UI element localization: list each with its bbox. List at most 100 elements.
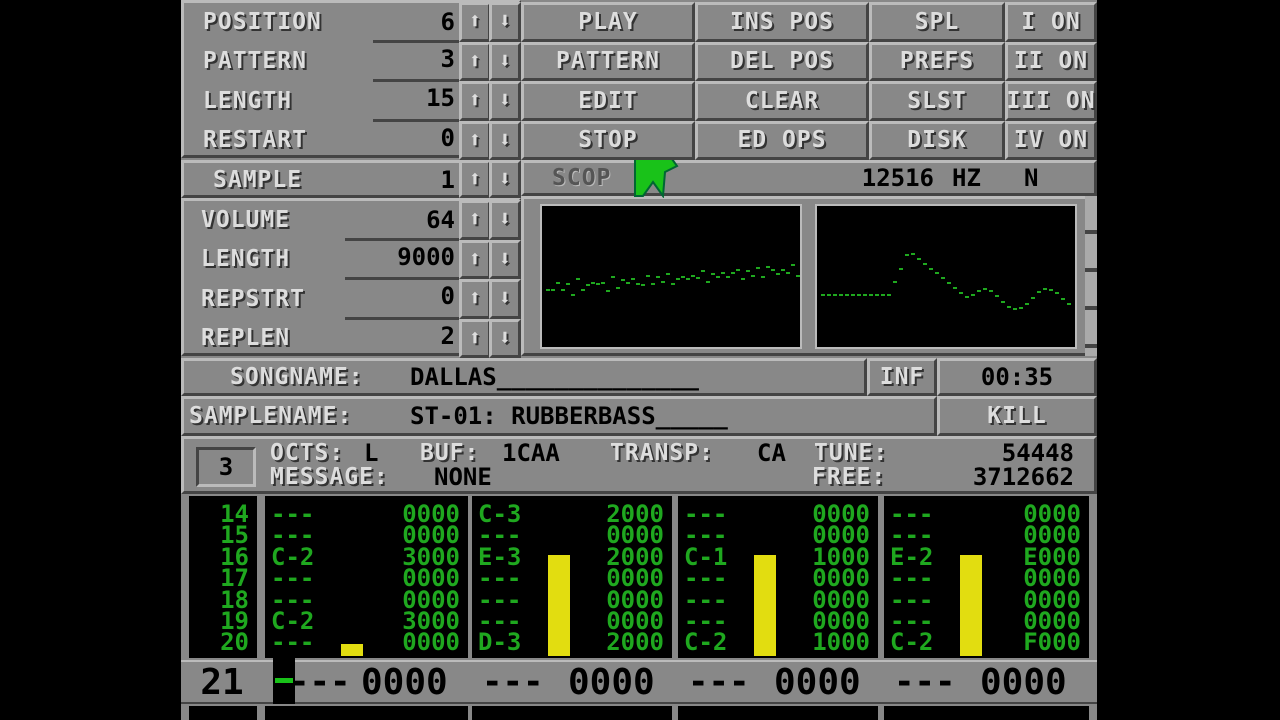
scope-sample-dot — [696, 277, 700, 279]
scope-sample-dot — [691, 275, 695, 277]
button-ins-pos[interactable]: INS POS — [695, 2, 869, 42]
current-row-effect: 0000 — [568, 661, 655, 703]
arrow-down-icon: ⬇ — [498, 325, 512, 351]
status-panel: 3 OCTS: L BUF: 1CAA TRANSP: CA TUNE: 544… — [181, 436, 1097, 494]
button-label: DISK — [907, 127, 967, 154]
button-stop[interactable]: STOP — [521, 120, 695, 160]
scope-sample-dot — [893, 281, 897, 283]
scope-sample-dot — [1043, 288, 1047, 290]
scope-frequency: 12516 — [861, 164, 934, 192]
song-up-button-3[interactable]: ⬆ — [459, 120, 491, 160]
scope-sample-dot — [851, 294, 855, 296]
songname-field[interactable]: SONGNAME: DALLAS______________ — [181, 358, 867, 396]
scope-sample-dot — [833, 294, 837, 296]
scope-right[interactable] — [815, 204, 1077, 349]
sample-up-button-2[interactable]: ⬆ — [459, 279, 491, 319]
button-prefs[interactable]: PREFS — [869, 41, 1005, 81]
scope-sample-dot — [1061, 298, 1065, 300]
samplename-value: ST-01: RUBBERBASS_____ — [410, 402, 728, 430]
sample-down-button-0[interactable]: ⬇ — [489, 200, 521, 240]
scope-sample-dot — [631, 278, 635, 280]
song-up-button-0[interactable]: ⬆ — [459, 2, 491, 42]
arrow-up-icon: ⬆ — [468, 246, 482, 272]
scope-sample-dot — [761, 276, 765, 278]
button-label: STOP — [578, 127, 638, 154]
scope-frame — [521, 196, 1091, 356]
kill-button[interactable]: KILL — [937, 396, 1097, 436]
button-label: SLST — [907, 87, 967, 114]
scope-sample-dot — [751, 275, 755, 277]
scope-sample-dot — [771, 269, 775, 271]
button-play[interactable]: PLAY — [521, 2, 695, 42]
scope-sample-dot — [666, 273, 670, 275]
song-value-3: 0 — [440, 123, 455, 152]
button-disk[interactable]: DISK — [869, 120, 1005, 160]
sample-up-button-0[interactable]: ⬆ — [459, 200, 491, 240]
song-down-button-1[interactable]: ⬇ — [489, 41, 521, 81]
scope-sample-dot — [917, 258, 921, 260]
sample-up-button-3[interactable]: ⬆ — [459, 318, 491, 358]
channel-2-track[interactable]: C-3 --- E-3 --- --- --- D-3 2000 0000 200… — [472, 496, 672, 658]
sample-label-1: LENGTH — [201, 246, 291, 273]
song-down-button-0[interactable]: ⬇ — [489, 2, 521, 42]
button-edit[interactable]: EDIT — [521, 81, 695, 121]
scope-sample-dot — [796, 275, 800, 277]
next-row-ch2 — [472, 706, 672, 720]
button-slst[interactable]: SLST — [869, 81, 1005, 121]
sample-up-button[interactable]: ⬆ — [459, 160, 491, 198]
sample-value-3: 2 — [440, 321, 455, 350]
sample-down-button-3[interactable]: ⬇ — [489, 318, 521, 358]
arrow-down-icon: ⬇ — [498, 246, 512, 272]
scope-sample-dot — [935, 272, 939, 274]
scope-sample-dot — [731, 272, 735, 274]
song-down-button-2[interactable]: ⬇ — [489, 81, 521, 121]
edit-step-display[interactable]: 3 — [196, 447, 256, 487]
channel-effects: 2000 0000 2000 0000 0000 0000 2000 — [606, 500, 664, 657]
song-value-box-2: 15 — [373, 79, 459, 115]
songname-label: SONGNAME: — [230, 364, 364, 390]
samplename-label: SAMPLENAME: — [189, 403, 353, 429]
scope-sample-dot — [887, 294, 891, 296]
scope-sample-dot — [977, 290, 981, 292]
button-clear[interactable]: CLEAR — [695, 81, 869, 121]
button-spl[interactable]: SPL — [869, 2, 1005, 42]
scope-sample-dot — [686, 278, 690, 280]
button-pattern[interactable]: PATTERN — [521, 41, 695, 81]
sample-up-button-1[interactable]: ⬆ — [459, 239, 491, 279]
button-iii-on[interactable]: III ON — [1005, 81, 1097, 121]
song-up-button-2[interactable]: ⬆ — [459, 81, 491, 121]
scope-sample-dot — [546, 289, 550, 291]
button-iv-on[interactable]: IV ON — [1005, 120, 1097, 160]
inf-button[interactable]: INF — [867, 358, 937, 396]
song-down-button-3[interactable]: ⬇ — [489, 120, 521, 160]
scope-sample-dot — [596, 283, 600, 285]
scope-sample-dot — [646, 275, 650, 277]
button-ii-on[interactable]: II ON — [1005, 41, 1097, 81]
button-ed-ops[interactable]: ED OPS — [695, 120, 869, 160]
row-number-column: 14 15 16 17 18 19 20 — [189, 496, 257, 658]
sample-down-button-1[interactable]: ⬇ — [489, 239, 521, 279]
scope-sample-dot — [711, 273, 715, 275]
scope-sample-dot — [953, 287, 957, 289]
song-label-3: RESTART — [203, 127, 307, 154]
button-i-on[interactable]: I ON — [1005, 2, 1097, 42]
octs-label: OCTS: — [270, 440, 345, 466]
scope-sample-dot — [941, 277, 945, 279]
scope-sample-dot — [821, 294, 825, 296]
scope-sample-dot — [661, 281, 665, 283]
song-up-button-1[interactable]: ⬆ — [459, 41, 491, 81]
scope-sample-dot — [899, 268, 903, 270]
scope-sample-dot — [983, 288, 987, 290]
channel-4-track[interactable]: --- --- E-2 --- --- --- C-2 0000 0000 E00… — [884, 496, 1089, 658]
channel-3-track[interactable]: --- --- C-1 --- --- --- C-2 0000 0000 100… — [678, 496, 878, 658]
sample-label: SAMPLE — [213, 167, 303, 193]
scope-left[interactable] — [540, 204, 802, 349]
channel-1-track[interactable]: --- --- C-2 --- --- C-2 --- 0000 0000 300… — [265, 496, 468, 658]
button-del-pos[interactable]: DEL POS — [695, 41, 869, 81]
sample-down-button[interactable]: ⬇ — [489, 160, 521, 198]
inf-label: INF — [879, 364, 925, 390]
scope-sample-dot — [1007, 306, 1011, 308]
channel-notes: --- --- C-1 --- --- --- C-2 — [684, 500, 728, 657]
sample-down-button-2[interactable]: ⬇ — [489, 279, 521, 319]
samplename-field[interactable]: SAMPLENAME: ST-01: RUBBERBASS_____ — [181, 396, 937, 436]
